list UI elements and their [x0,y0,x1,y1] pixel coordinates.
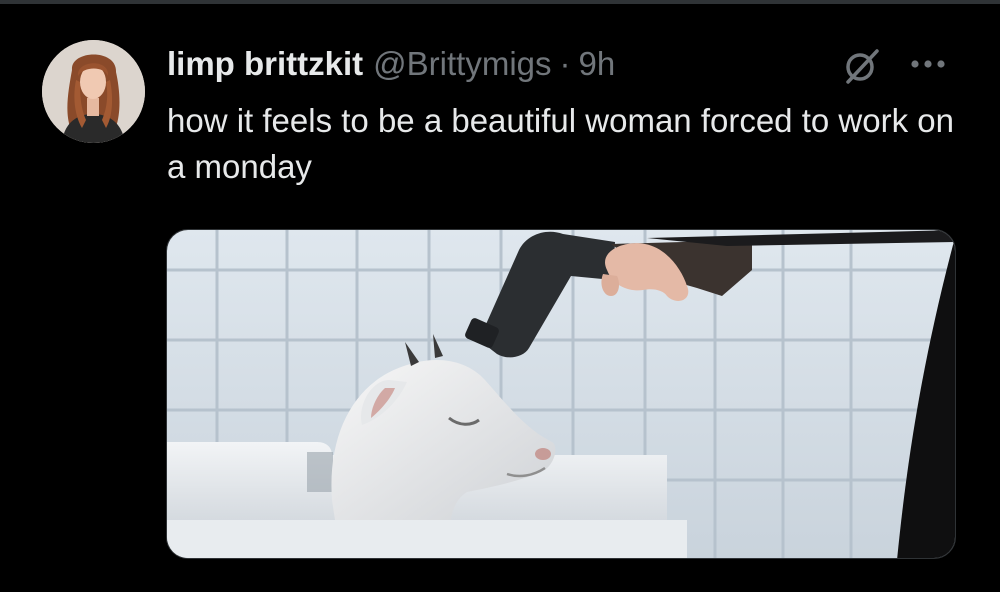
grok-slash-circle-icon[interactable] [842,46,882,86]
more-horizontal-icon[interactable] [908,54,952,74]
user-handle[interactable]: @Brittymigs [373,42,551,86]
header-separator: · [559,45,571,82]
avatar-image [42,40,145,143]
top-divider [0,0,1000,4]
timestamp[interactable]: 9h [579,42,616,86]
avatar[interactable] [42,40,145,143]
tweet-text: how it feels to be a beautiful woman for… [167,102,954,185]
goat-photo [167,230,955,558]
tweet-media-image[interactable] [166,229,956,559]
display-name[interactable]: limp brittzkit [167,42,363,86]
tweet-header: limp brittzkit @Brittymigs · 9h [167,42,615,86]
tweet-page: limp brittzkit @Brittymigs · 9h how it f… [0,0,1000,592]
